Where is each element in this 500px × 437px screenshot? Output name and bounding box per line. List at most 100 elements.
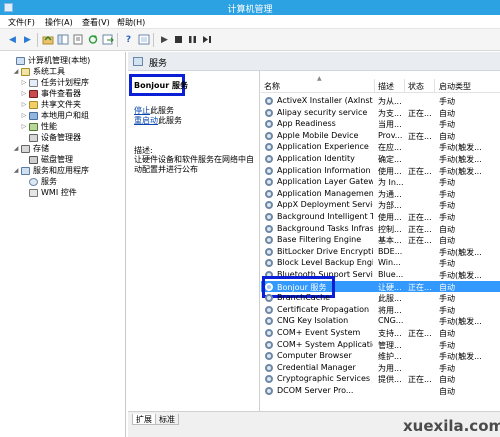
table-row[interactable]: Computer Browser 维护... 手动(触发... [261, 350, 500, 362]
menu-view[interactable]: 查看(V) [82, 17, 110, 28]
tree-item-task-scheduler[interactable]: ▷ 任务计划程序 [21, 77, 89, 88]
view-icon[interactable] [137, 33, 150, 46]
expand-icon[interactable]: ▷ [21, 90, 27, 97]
menu-action[interactable]: 操作(A) [45, 17, 73, 28]
table-row[interactable]: COM+ System Application 管理... 手动 [261, 339, 500, 351]
service-status-cell: 正在... [408, 166, 432, 176]
stop-service-icon[interactable] [172, 33, 185, 46]
export-list-icon[interactable] [101, 33, 114, 46]
service-startup-cell: 手动(触发... [439, 352, 482, 362]
table-row[interactable]: App Readiness 当用... 手动 [261, 118, 500, 130]
gear-icon [265, 201, 273, 210]
menu-help[interactable]: 帮助(H) [117, 17, 145, 28]
table-row[interactable]: BranchCache 此服... 手动 [261, 292, 500, 304]
window-title: 计算机管理 [227, 5, 273, 15]
table-row[interactable]: Application Identity 确定... 手动(触发... [261, 153, 500, 165]
table-row[interactable]: Apple Mobile Device Prov... 正在... 自动 [261, 130, 500, 142]
restart-service-link[interactable]: 重启动此服务 [134, 115, 182, 126]
up-folder-icon[interactable] [41, 33, 54, 46]
table-row[interactable]: Block Level Backup Engi... Win... 手动 [261, 257, 500, 269]
gear-icon [265, 178, 273, 187]
sort-up-icon: ▲ [317, 75, 322, 82]
column-name[interactable]: 名称 [264, 81, 280, 92]
event-viewer-icon [29, 89, 38, 98]
table-row[interactable]: Application Experience 在应... 手动(触发... [261, 141, 500, 153]
expand-icon[interactable]: ▷ [21, 79, 27, 86]
column-header: ▲ 名称 描述 状态 启动类型 [261, 75, 500, 93]
service-startup-cell: 手动(触发... [439, 317, 482, 327]
tree-item-device-manager[interactable]: 设备管理器 [21, 132, 81, 143]
tree-item-disk-management[interactable]: 磁盘管理 [21, 154, 73, 165]
tab-standard[interactable]: 标准 [155, 414, 179, 425]
table-row[interactable]: CNG Key Isolation CNG... 手动(触发... [261, 315, 500, 327]
gear-icon [265, 247, 273, 256]
collapse-icon[interactable]: ◢ [13, 68, 19, 75]
table-row[interactable]: Application Management 为通... 手动 [261, 188, 500, 200]
column-description[interactable]: 描述 [378, 81, 394, 92]
expand-icon[interactable]: ▷ [21, 123, 27, 130]
storage-icon [21, 144, 30, 153]
tree-item-event-viewer[interactable]: ▷ 事件查看器 [21, 88, 81, 99]
table-row[interactable]: AppX Deployment Servic... 为部... 手动 [261, 199, 500, 211]
service-name-cell: Base Filtering Engine [277, 235, 362, 245]
column-startup-type[interactable]: 启动类型 [439, 81, 471, 92]
expand-icon[interactable]: ▷ [21, 112, 27, 119]
table-row[interactable]: COM+ Event System 支持... 正在... 自动 [261, 327, 500, 339]
clock-icon [29, 78, 38, 87]
service-description-cell: 为支... [378, 108, 402, 118]
table-row[interactable]: Cryptographic Services 提供... 正在... 自动 [261, 373, 500, 385]
column-status[interactable]: 状态 [408, 81, 424, 92]
table-row[interactable]: BitLocker Drive Encryptio... BDE... 手动(触发.… [261, 246, 500, 258]
table-row[interactable]: Background Intelligent T... 使用... 正在... 手动 [261, 211, 500, 223]
tree-item-performance[interactable]: ▷ 性能 [21, 121, 57, 132]
table-row[interactable]: ActiveX Installer (AxInstSV) 为从... 手动 [261, 95, 500, 107]
gear-icon [265, 375, 273, 384]
gear-icon [265, 236, 273, 245]
tree-item-services-apps[interactable]: ◢ 服务和应用程序 [13, 165, 89, 176]
tab-extended[interactable]: 扩展 [132, 414, 156, 425]
start-service-icon[interactable]: ▶ [158, 33, 171, 46]
properties-icon[interactable] [71, 33, 84, 46]
collapse-icon[interactable]: ◢ [13, 145, 19, 152]
help-icon[interactable]: ? [122, 33, 135, 46]
watermark: xuexila.com [403, 417, 500, 435]
forward-arrow-icon[interactable]: ▶ [21, 33, 34, 46]
back-arrow-icon[interactable]: ◀ [6, 33, 19, 46]
table-row[interactable]: Application Information 使用... 正在... 手动(触发..… [261, 165, 500, 177]
service-startup-cell: 手动 [439, 178, 455, 188]
table-row-selected[interactable]: Bonjour 服务 让硬... 正在... 自动 [261, 275, 500, 298]
service-startup-cell: 自动 [439, 329, 455, 338]
refresh-icon[interactable] [86, 33, 99, 46]
service-description-cell: 为从... [378, 97, 402, 106]
menu-bar: 文件(F) 操作(A) 查看(V) 帮助(H) [0, 15, 500, 29]
pause-service-icon[interactable] [186, 33, 199, 46]
service-description-cell: Prov... [378, 130, 403, 140]
tree-item-storage[interactable]: ◢ 存储 [13, 143, 49, 154]
service-name-cell: Alipay security service [277, 107, 368, 117]
menu-file[interactable]: 文件(F) [8, 17, 35, 28]
tree-item-wmi[interactable]: WMI 控件 [21, 187, 77, 198]
console-tree-icon[interactable] [56, 33, 69, 46]
service-startup-cell: 自动 [439, 375, 455, 385]
table-row[interactable]: Base Filtering Engine 基本... 正在... 自动 [261, 234, 500, 246]
service-startup-cell: 手动 [439, 189, 455, 199]
tree-item-shared-folders[interactable]: ▷ 共享文件夹 [21, 99, 81, 110]
table-row[interactable]: Application Layer Gatewa... 为 In... 手动 [261, 176, 500, 188]
tree-item-local-users[interactable]: ▷ 本地用户和组 [21, 110, 89, 121]
gear-icon [265, 155, 273, 163]
table-row[interactable]: Background Tasks Infras... 控制... 正在... 自动 [261, 223, 500, 235]
tree-item-system-tools[interactable]: ◢ 系统工具 [13, 66, 65, 77]
collapse-icon[interactable]: ◢ [13, 167, 19, 174]
tree-item-root[interactable]: 计算机管理(本地) [8, 55, 90, 66]
table-row[interactable]: Credential Manager 为用... 手动 [261, 362, 500, 374]
table-row[interactable]: Certificate Propagation 将用... 手动 [261, 304, 500, 316]
expand-icon[interactable]: ▷ [21, 101, 27, 108]
gear-icon [265, 352, 273, 361]
service-description-cell: 维护... [378, 352, 402, 362]
tree-item-services[interactable]: 服务 [21, 176, 57, 187]
restart-service-icon[interactable] [200, 33, 213, 46]
service-status-cell: 正在... [408, 131, 432, 141]
service-status-cell: 正在... [408, 282, 432, 292]
table-row[interactable]: Alipay security service 为支... 正在... 自动 [261, 107, 500, 119]
table-row[interactable]: DCOM Server Pro... 自动 [261, 385, 500, 397]
